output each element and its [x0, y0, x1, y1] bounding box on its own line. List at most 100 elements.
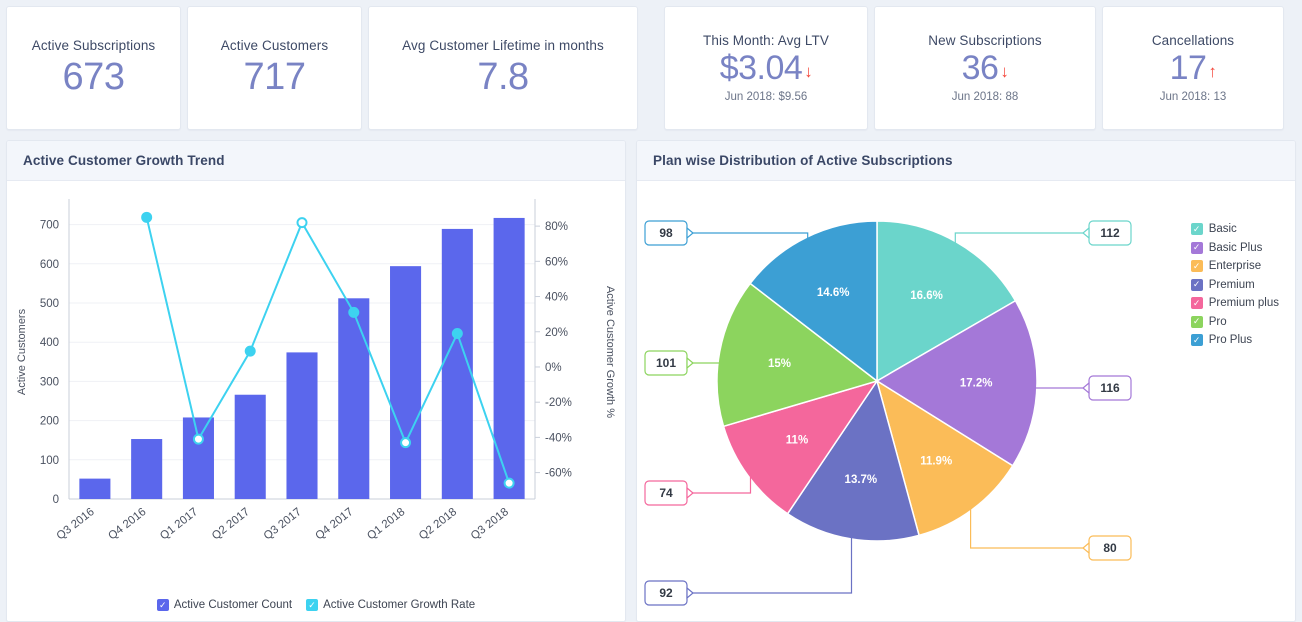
legend-item-pro[interactable]: ✓ Pro — [1190, 315, 1279, 328]
legend-checkbox-icon[interactable]: ✓ — [1190, 297, 1203, 309]
kpi-card-avg-ltv[interactable]: This Month: Avg LTV $3.04 ↓ Jun 2018: $9.… — [664, 6, 868, 130]
legend-item-premium-plus[interactable]: ✓ Premium plus — [1190, 297, 1279, 309]
kpi-title: Cancellations — [1151, 33, 1235, 49]
kpi-row: Active Subscriptions 673 Active Customer… — [6, 6, 1296, 130]
callout-pointer — [686, 586, 694, 600]
panel-header: Plan wise Distribution of Active Subscri… — [637, 141, 1295, 181]
svg-text:400: 400 — [40, 337, 59, 349]
kpi-card-cancellations[interactable]: Cancellations 17 ↑ Jun 2018: 13 — [1102, 6, 1284, 130]
legend-item-growth-rate[interactable]: ✓ Active Customer Growth Rate — [306, 599, 475, 611]
kpi-value: 673 — [62, 56, 125, 99]
trend-down-icon: ↓ — [1000, 61, 1009, 81]
panel-title: Plan wise Distribution of Active Subscri… — [653, 153, 953, 168]
kpi-value: 17 ↑ — [1169, 49, 1217, 88]
callout-leader — [954, 232, 1089, 246]
line-point-2 — [244, 345, 256, 357]
bar-3 — [234, 394, 266, 499]
svg-text:40%: 40% — [545, 292, 568, 304]
legend-label: Premium plus — [1208, 297, 1279, 309]
svg-text:60%: 60% — [545, 256, 568, 268]
kpi-card-avg-customer-lifetime[interactable]: Avg Customer Lifetime in months 7.8 — [368, 6, 638, 130]
svg-text:Active Customers: Active Customers — [16, 308, 28, 395]
callout-leader — [1033, 383, 1089, 389]
kpi-card-active-subscriptions[interactable]: Active Subscriptions 673 — [6, 6, 181, 130]
line-point-0 — [141, 211, 153, 223]
legend-label: Enterprise — [1208, 260, 1262, 272]
pie-chart-svg: 16.6% 112 17.2% 116 11.9% 80 13.7% 92 11% 74 15% 10… — [644, 220, 1132, 606]
panel-body: 0 100 200 300 400 500 600 700 -60% -40% -20% 0% 20% 4… — [7, 181, 625, 621]
kpi-comparison: Jun 2018: 88 — [951, 90, 1019, 103]
panel-body: 16.6% 112 17.2% 116 11.9% 80 13.7% 92 11% 74 15% 10… — [637, 181, 1295, 621]
svg-text:-20%: -20% — [545, 397, 572, 409]
dashboard-root: Active Subscriptions 673 Active Customer… — [0, 0, 1302, 622]
bar-1 — [131, 439, 163, 499]
svg-text:Q3 2018: Q3 2018 — [469, 506, 511, 543]
panel-plan-distribution: Plan wise Distribution of Active Subscri… — [636, 140, 1296, 622]
trend-down-icon: ↓ — [804, 61, 813, 81]
line-point-5 — [400, 437, 412, 449]
growth-chart[interactable]: 0 100 200 300 400 500 600 700 -60% -40% -20% 0% 20% 4… — [7, 181, 625, 621]
bar-2 — [182, 417, 214, 499]
legend-checkbox-icon[interactable]: ✓ — [1190, 315, 1203, 328]
legend-item-pro-plus[interactable]: ✓ Pro Plus — [1190, 334, 1279, 346]
svg-text:Active Customer Growth %: Active Customer Growth % — [604, 286, 616, 418]
kpi-title: Active Customers — [220, 37, 329, 53]
callout-pointer — [686, 356, 694, 370]
svg-text:0%: 0% — [545, 362, 562, 374]
legend-checkbox-icon[interactable]: ✓ — [1190, 223, 1203, 235]
panel-title: Active Customer Growth Trend — [23, 153, 225, 168]
legend-checkbox-icon[interactable]: ✓ — [1190, 241, 1203, 254]
svg-text:Q4 2017: Q4 2017 — [313, 506, 355, 543]
legend-item-basic-plus[interactable]: ✓ Basic Plus — [1190, 241, 1279, 254]
bar-0 — [79, 478, 111, 499]
line-point-7 — [503, 477, 515, 489]
svg-text:16.6%: 16.6% — [910, 290, 943, 302]
kpi-card-new-subscriptions[interactable]: New Subscriptions 36 ↓ Jun 2018: 88 — [874, 6, 1096, 130]
line-point-3 — [296, 217, 308, 229]
svg-text:20%: 20% — [545, 327, 568, 339]
callout-pointer — [686, 226, 694, 240]
svg-text:80%: 80% — [545, 221, 568, 233]
legend-checkbox-icon[interactable]: ✓ — [1190, 334, 1203, 346]
svg-text:17.2%: 17.2% — [960, 378, 993, 390]
svg-text:100: 100 — [40, 455, 59, 467]
svg-text:Q3 2016: Q3 2016 — [55, 506, 97, 543]
legend-label: Pro — [1208, 315, 1227, 328]
legend-checkbox-icon[interactable]: ✓ — [1190, 278, 1203, 291]
kpi-value: $3.04 ↓ — [719, 49, 813, 88]
svg-text:92: 92 — [659, 586, 673, 600]
legend-checkbox-icon[interactable]: ✓ — [306, 599, 319, 611]
svg-text:Q2 2018: Q2 2018 — [417, 506, 459, 543]
legend-label: Basic — [1208, 223, 1237, 235]
svg-text:13.7%: 13.7% — [845, 474, 878, 486]
legend-checkbox-icon[interactable]: ✓ — [1190, 260, 1203, 272]
svg-text:98: 98 — [659, 226, 673, 240]
panel-row: Active Customer Growth Trend 0 100 200 300 4… — [6, 140, 1296, 622]
kpi-value: 36 ↓ — [961, 49, 1009, 88]
growth-chart-svg: 0 100 200 300 400 500 600 700 -60% -40% -20% 0% 20% 4… — [16, 199, 616, 543]
kpi-group-divider — [644, 6, 658, 130]
growth-chart-legend[interactable]: ✓ Active Customer Count ✓ Active Customer G… — [7, 599, 625, 611]
pie-chart-legend[interactable]: ✓ Basic ✓ Basic Plus ✓ Enterprise ✓ Premium ✓ Pre… — [1190, 223, 1279, 346]
legend-label: Pro Plus — [1208, 334, 1253, 346]
line-point-4 — [348, 306, 360, 318]
trend-up-icon: ↑ — [1208, 61, 1217, 81]
callout-leader — [687, 535, 853, 594]
line-point-1 — [192, 433, 204, 445]
pie-chart[interactable]: 16.6% 112 17.2% 116 11.9% 80 13.7% 92 11% 74 15% 10… — [637, 181, 1135, 621]
legend-item-premium[interactable]: ✓ Premium — [1190, 278, 1279, 291]
legend-item-enterprise[interactable]: ✓ Enterprise — [1190, 260, 1279, 272]
legend-checkbox-icon[interactable]: ✓ — [156, 599, 169, 611]
callout-pointer — [686, 486, 694, 500]
line-point-6 — [451, 328, 463, 340]
callout-leader — [970, 506, 1089, 549]
callout-pointer — [1082, 381, 1090, 395]
callout-pointer — [1082, 226, 1090, 240]
kpi-title: Avg Customer Lifetime in months — [402, 37, 604, 53]
svg-text:112: 112 — [1100, 226, 1120, 240]
legend-item-basic[interactable]: ✓ Basic — [1190, 223, 1279, 235]
legend-item-count[interactable]: ✓ Active Customer Count — [156, 599, 292, 611]
kpi-card-active-customers[interactable]: Active Customers 717 — [187, 6, 362, 130]
svg-text:14.6%: 14.6% — [817, 287, 850, 299]
svg-text:101: 101 — [656, 356, 676, 370]
